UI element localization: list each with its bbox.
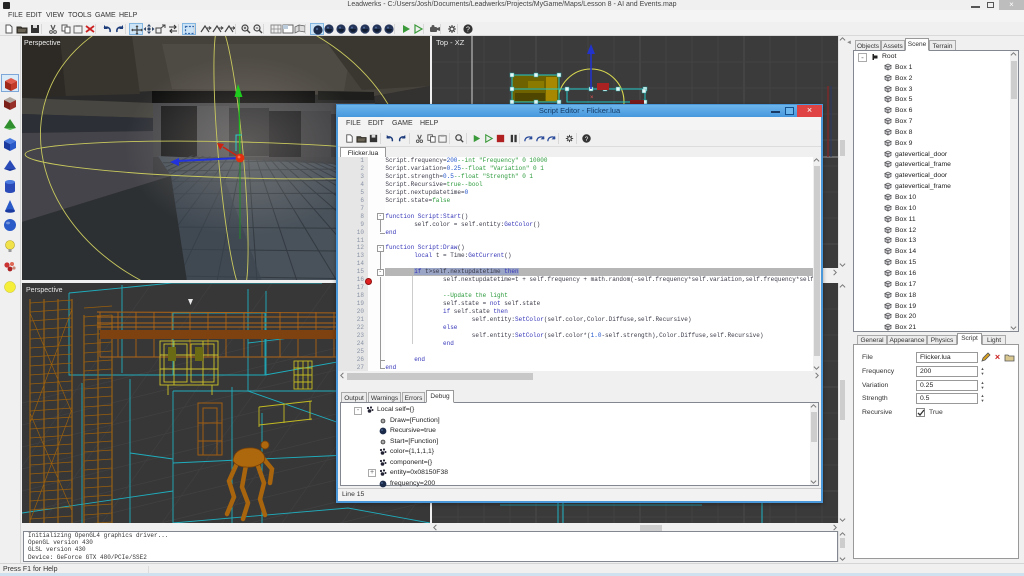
svg-text:×: × bbox=[590, 95, 594, 101]
svg-text:?: ? bbox=[585, 136, 589, 143]
svg-text:Perspective: Perspective bbox=[24, 40, 61, 47]
svg-text:Perspective: Perspective bbox=[26, 287, 63, 294]
svg-text:Top - XZ: Top - XZ bbox=[436, 38, 465, 47]
svg-text:?: ? bbox=[466, 27, 470, 34]
